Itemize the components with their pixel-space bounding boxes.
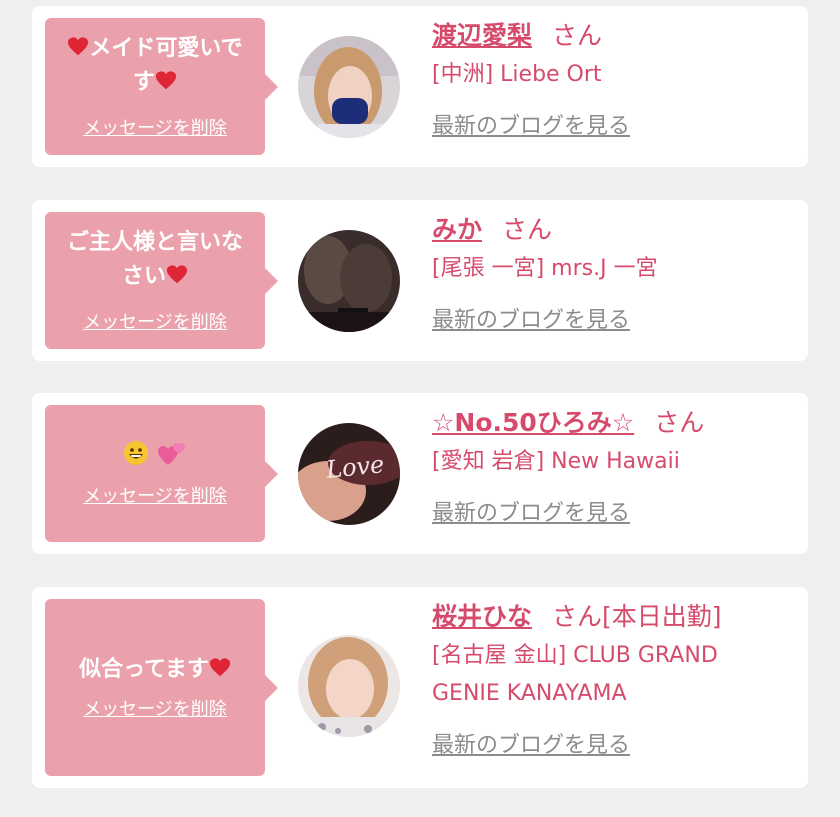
cast-info: 桜井ひな さん[本日出勤] [名古屋 金山] CLUB GRAND GENIE K… [432, 597, 802, 759]
delete-message-link[interactable]: メッセージを削除 [83, 482, 227, 508]
message-list: メイド可愛いで す メッセージを削除 渡辺愛梨 さん [中洲] Liebe Ort… [0, 0, 840, 817]
message-bubble: メイド可愛いで す メッセージを削除 [45, 18, 278, 155]
heart-icon [166, 264, 188, 286]
heart-icon [209, 657, 231, 679]
message-bubble: ご主人様と言いな さい メッセージを削除 [45, 212, 278, 349]
message-bubble: メッセージを削除 [45, 405, 278, 542]
avatar[interactable] [298, 635, 400, 737]
cast-name-link[interactable]: 桜井ひな [432, 602, 532, 631]
delete-message-link[interactable]: メッセージを削除 [83, 308, 227, 334]
cast-info: みか さん [尾張 一宮] mrs.J 一宮 最新のブログを見る [432, 210, 802, 334]
avatar[interactable]: Love [298, 423, 400, 525]
message-text: ご主人様と言いな さい [66, 229, 243, 289]
latest-blog-link[interactable]: 最新のブログを見る [432, 727, 630, 759]
latest-blog-link[interactable]: 最新のブログを見る [432, 495, 630, 527]
delete-message-link[interactable]: メッセージを削除 [83, 695, 227, 721]
message-card: メッセージを削除 Love ☆No.50ひろみ☆ さん [愛知 岩倉] New H… [32, 393, 808, 554]
message-text: 似合ってます [79, 653, 231, 687]
cast-name-link[interactable]: 渡辺愛梨 [432, 21, 532, 50]
two-hearts-icon [157, 442, 185, 465]
latest-blog-link[interactable]: 最新のブログを見る [432, 302, 630, 334]
honorific: さん [654, 408, 705, 437]
latest-blog-link[interactable]: 最新のブログを見る [432, 108, 630, 140]
heart-icon [67, 36, 89, 58]
shop-name: [愛知 岩倉] New Hawaii [432, 449, 680, 474]
honorific: さん[本日出勤] [552, 602, 722, 631]
heart-icon [155, 70, 177, 92]
shop-name: [中洲] Liebe Ort [432, 62, 602, 87]
message-card: 似合ってます メッセージを削除 桜井ひな さん[本日出勤] [名古屋 金山] CL… [32, 587, 808, 788]
avatar[interactable] [298, 230, 400, 332]
cast-info: 渡辺愛梨 さん [中洲] Liebe Ort 最新のブログを見る [432, 16, 802, 140]
avatar[interactable] [298, 36, 400, 138]
shop-name: [名古屋 金山] CLUB GRAND GENIE KANAYAMA [432, 643, 718, 706]
cast-info: ☆No.50ひろみ☆ さん [愛知 岩倉] New Hawaii 最新のブログを見… [432, 403, 802, 527]
message-text [123, 438, 187, 472]
delete-message-link[interactable]: メッセージを削除 [83, 114, 227, 140]
honorific: さん [502, 215, 553, 244]
message-bubble: 似合ってます メッセージを削除 [45, 599, 278, 776]
grinning-face-icon [124, 440, 149, 465]
cast-name-link[interactable]: ☆No.50ひろみ☆ [432, 408, 634, 437]
message-card: メイド可愛いで す メッセージを削除 渡辺愛梨 さん [中洲] Liebe Ort… [32, 6, 808, 167]
message-card: ご主人様と言いな さい メッセージを削除 みか さん [尾張 一宮] mrs.J … [32, 200, 808, 361]
honorific: さん [552, 21, 603, 50]
cast-name-link[interactable]: みか [432, 215, 482, 244]
message-text: メイド可愛いで す [67, 32, 243, 100]
shop-name: [尾張 一宮] mrs.J 一宮 [432, 256, 658, 281]
